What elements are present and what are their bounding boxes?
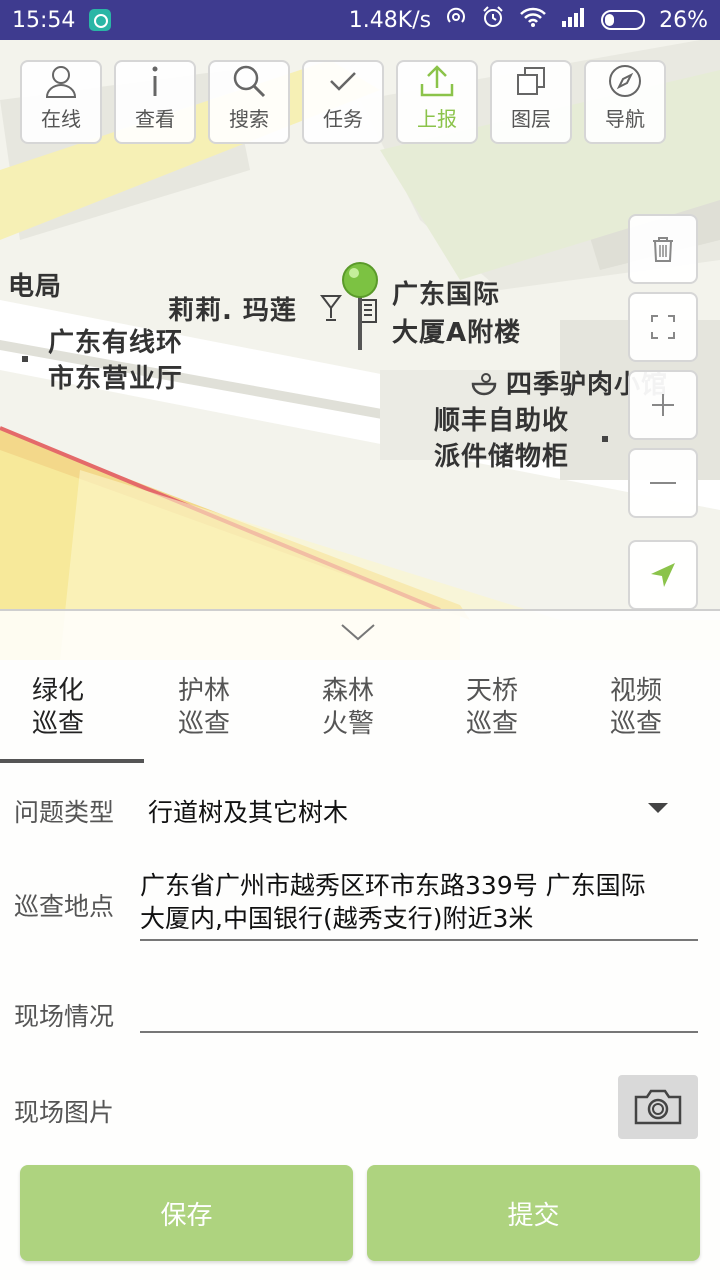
search-icon (231, 63, 267, 99)
poi-dot-icon (602, 436, 608, 442)
info-icon (145, 63, 165, 99)
dropdown-arrow-icon[interactable] (648, 803, 668, 813)
toolbar-label: 上报 (417, 107, 457, 131)
toolbar-view-button[interactable]: 查看 (114, 60, 196, 144)
toolbar-label: 任务 (323, 107, 363, 131)
status-right: 1.48K/s 26% (349, 5, 708, 35)
tab-greening-inspection[interactable]: 绿化 巡查 (0, 675, 130, 741)
toolbar-label: 搜索 (229, 107, 269, 131)
zoom-in-button[interactable] (628, 370, 698, 440)
tab-label: 森林 (321, 676, 374, 706)
situation-input[interactable] (148, 997, 688, 1031)
tab-label: 天桥 (465, 676, 518, 706)
save-button[interactable]: 保存 (20, 1165, 353, 1261)
tab-forest-fire[interactable]: 森林 火警 (276, 675, 420, 741)
toolbar-task-button[interactable]: 任务 (302, 60, 384, 144)
map-label: 大厦A附楼 (392, 318, 522, 348)
map-label: 广东国际 (392, 280, 501, 310)
app-notification-icon (89, 9, 112, 31)
alarm-icon (481, 5, 505, 35)
layers-icon (515, 63, 547, 99)
fullscreen-button[interactable] (628, 292, 698, 362)
tab-label: 巡查 (465, 709, 518, 739)
compass-icon (607, 63, 643, 99)
location-label: 巡查地点 (14, 892, 115, 921)
location-pin-icon[interactable] (338, 260, 382, 356)
location-value: 广东省广州市越秀区环市东路339号 广东国际 (140, 871, 646, 900)
report-form-panel: 绿化 巡查 护林 巡查 森林 火警 天桥 巡查 视频 巡查 问题类型 行道树及其… (0, 609, 720, 1280)
camera-button[interactable] (618, 1075, 698, 1139)
tab-video-inspection[interactable]: 视频 巡查 (564, 675, 708, 741)
restaurant-icon (471, 373, 497, 396)
upload-icon (419, 63, 455, 99)
poi-dot-icon (22, 356, 28, 362)
status-time: 15:54 (12, 7, 76, 33)
hotspot-icon (445, 6, 467, 34)
minus-icon (650, 482, 676, 484)
location-field[interactable]: 广东省广州市越秀区环市东路339号 广东国际 大厦内,中国银行(越秀支行)附近3… (140, 869, 646, 935)
clear-button[interactable] (628, 214, 698, 284)
toolbar-report-button[interactable]: 上报 (396, 60, 478, 144)
tab-label: 护林 (177, 676, 230, 706)
zoom-out-button[interactable] (628, 448, 698, 518)
tab-label: 绿化 (31, 676, 84, 706)
wifi-icon (519, 6, 547, 34)
photo-label: 现场图片 (14, 1098, 115, 1127)
network-speed: 1.48K/s (348, 7, 432, 33)
situation-underline (140, 1031, 698, 1033)
tab-active-indicator (0, 759, 144, 763)
navigation-arrow-icon (651, 563, 675, 587)
problem-type-label: 问题类型 (14, 798, 115, 827)
tab-label: 巡查 (177, 709, 230, 739)
toolbar-navigate-button[interactable]: 导航 (584, 60, 666, 144)
map-toolbar: 在线 查看 搜索 任务 上报 图层 导航 (20, 60, 666, 144)
toolbar-label: 导航 (605, 107, 645, 131)
camera-icon (634, 1089, 682, 1125)
tab-label: 火警 (321, 709, 374, 739)
toolbar-label: 查看 (135, 107, 175, 131)
chevron-down-icon[interactable] (340, 621, 376, 643)
toolbar-layers-button[interactable]: 图层 (490, 60, 572, 144)
submit-button[interactable]: 提交 (367, 1165, 700, 1261)
plus-icon (652, 394, 674, 416)
user-icon (44, 63, 78, 99)
locate-button[interactable] (628, 540, 698, 610)
location-value: 大厦内,中国银行(越秀支行)附近3米 (140, 904, 534, 933)
toolbar-label: 图层 (511, 107, 551, 131)
toolbar-label: 在线 (41, 107, 81, 131)
signal-icon (561, 7, 587, 33)
tab-overpass-inspection[interactable]: 天桥 巡查 (420, 675, 564, 741)
tab-label: 巡查 (31, 709, 84, 739)
toolbar-online-button[interactable]: 在线 (20, 60, 102, 144)
trash-icon (653, 237, 673, 262)
map-label: 广东有线环 (48, 328, 184, 358)
map-label: 派件储物柜 (434, 442, 570, 472)
map-label: 市东营业厅 (48, 364, 184, 394)
battery-percent: 26% (659, 7, 708, 33)
status-bar: 15:54 1.48K/s 26% (0, 0, 720, 40)
map-label: 莉莉. 玛莲 (168, 296, 297, 326)
tab-label: 巡查 (609, 709, 662, 739)
tab-label: 视频 (609, 676, 662, 706)
problem-type-select[interactable]: 行道树及其它树木 (148, 793, 348, 829)
tab-forest-patrol[interactable]: 护林 巡查 (132, 675, 276, 741)
fullscreen-icon (651, 315, 675, 339)
check-icon (328, 63, 358, 99)
location-underline (140, 939, 698, 941)
battery-icon (601, 10, 646, 30)
toolbar-search-button[interactable]: 搜索 (208, 60, 290, 144)
category-tabs: 绿化 巡查 护林 巡查 森林 火警 天桥 巡查 视频 巡查 (0, 675, 720, 765)
map-label: 顺丰自助收 (434, 406, 570, 436)
map-label: 电局 (8, 272, 63, 302)
situation-label: 现场情况 (14, 1002, 115, 1031)
